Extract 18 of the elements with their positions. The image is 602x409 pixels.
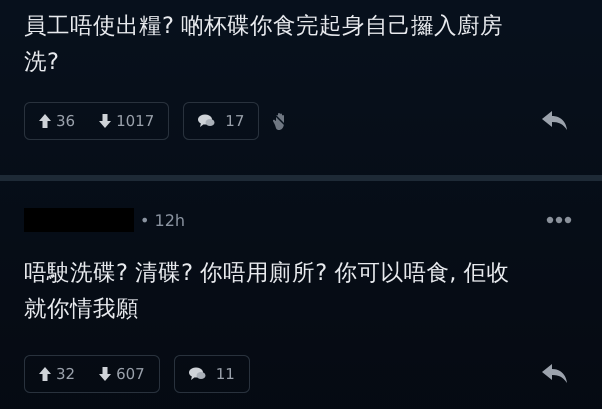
reply-icon[interactable] xyxy=(542,111,568,131)
reply-icon[interactable] xyxy=(542,364,568,384)
upvote-button[interactable]: 32 xyxy=(39,365,76,383)
more-options-icon[interactable] xyxy=(546,216,572,224)
downvote-icon xyxy=(99,114,112,128)
downvote-icon xyxy=(99,367,112,381)
speech-bubbles-icon xyxy=(198,114,216,128)
speech-bubbles-icon xyxy=(188,367,206,381)
upvote-icon xyxy=(39,367,51,381)
comments-button[interactable]: 17 xyxy=(183,102,260,140)
post-text: 員工唔使出糧? 啲杯碟你食完起身自己攞入廚房洗? xyxy=(24,12,504,77)
comments-button[interactable]: 11 xyxy=(174,355,250,393)
upvote-icon xyxy=(39,114,51,128)
downvote-button[interactable]: 607 xyxy=(99,365,145,383)
post-time: • 12h xyxy=(140,210,186,230)
upvote-button[interactable]: 36 xyxy=(39,112,76,130)
downvote-button[interactable]: 1017 xyxy=(99,112,154,130)
post-text: 唔駛洗碟? 清碟? 你唔用廁所? 你可以唔食, 佢收就你情我願 xyxy=(24,259,511,324)
